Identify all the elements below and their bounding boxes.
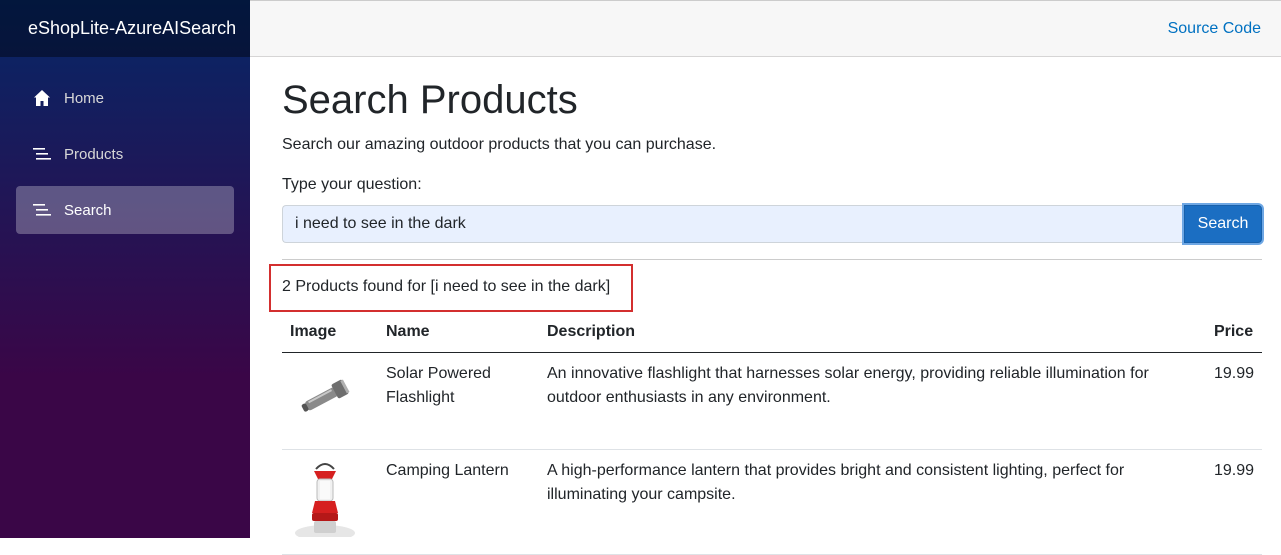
list-icon [32,144,52,164]
search-row: Search [282,205,1262,243]
page-subtitle: Search our amazing outdoor products that… [282,136,717,153]
product-price: 19.99 [1205,449,1262,555]
nav-item-label: Search [64,201,112,219]
product-description: A high-performance lantern that provides… [539,449,1206,555]
column-header-description: Description [539,314,1206,353]
column-header-name: Name [378,314,539,353]
nav-item-label: Home [64,89,105,107]
product-description: An innovative flashlight that harnesses … [539,352,1206,450]
search-button[interactable]: Search [1184,205,1262,243]
nav-item-products[interactable]: Products [16,130,234,178]
flashlight-image [301,379,350,412]
column-header-price: Price [1205,314,1262,353]
products-table: Image Name Description Price Solar Power… [282,314,1262,555]
product-name: Solar Powered Flashlight [378,352,539,450]
main-content: Search Products Search our amazing outdo… [269,58,1262,555]
product-name: Camping Lantern [378,449,539,555]
nav-item-home[interactable]: Home [16,74,234,122]
table-row: Camping Lantern A high-performance lante… [282,449,1262,555]
results-count-text: 2 Products found for [i need to see in t… [282,278,611,295]
nav-menu: Home Products Search [0,57,250,234]
question-label: Type your question: [282,176,422,193]
top-bar: Source Code [250,0,1281,57]
table-row: Solar Powered Flashlight An innovative f… [282,352,1262,450]
product-price: 19.99 [1205,352,1262,450]
lantern-image [295,463,355,541]
column-header-image: Image [282,314,378,353]
home-icon [32,88,52,108]
source-code-link[interactable]: Source Code [1168,20,1261,38]
list-icon [32,200,52,220]
sidebar: eShopLite-AzureAISearch Home Products Se… [0,0,250,538]
page-title: Search Products [282,78,578,122]
nav-item-label: Products [64,145,124,163]
table-header-row: Image Name Description Price [282,314,1262,353]
results-summary: 2 Products found for [i need to see in t… [269,260,1262,314]
nav-item-search[interactable]: Search [16,186,234,234]
brand-title[interactable]: eShopLite-AzureAISearch [0,0,250,57]
product-image-cell [282,449,378,555]
search-input[interactable] [282,205,1184,243]
product-image-cell [282,352,378,450]
